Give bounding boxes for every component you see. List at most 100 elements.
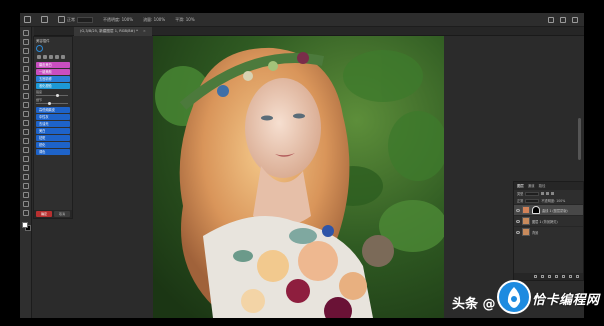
tab-paths[interactable]: 路径: [539, 182, 546, 190]
plugin-button-features[interactable]: 五官精修: [36, 76, 70, 82]
document-tab[interactable]: (G,3/8/25, 新建图层 1, RGB/8#) * ×: [74, 27, 152, 36]
shape-tool-icon[interactable]: [22, 183, 29, 189]
plugin-toolbar: [34, 53, 72, 61]
mask-icon[interactable]: [548, 275, 551, 278]
layer-mask-thumbnail[interactable]: [532, 206, 540, 214]
marquee-tool-icon[interactable]: [22, 39, 29, 45]
document-canvas[interactable]: [153, 36, 444, 318]
filter-dropdown[interactable]: [525, 191, 540, 196]
undo-icon[interactable]: [37, 55, 41, 59]
brush-tool-icon[interactable]: [22, 93, 29, 99]
strength-slider-track[interactable]: [36, 95, 68, 96]
tab-layers[interactable]: 图层: [517, 182, 524, 190]
search-icon[interactable]: [548, 16, 554, 23]
new-layer-icon[interactable]: [569, 275, 572, 278]
history-brush-tool-icon[interactable]: [22, 111, 29, 117]
plugin-list-item[interactable]: 调色: [36, 149, 70, 155]
brush-preset-icon[interactable]: [58, 16, 65, 23]
smoothing-label[interactable]: 平滑: 10%: [175, 17, 195, 23]
layer-thumbnail: [522, 217, 530, 225]
dodge-tool-icon[interactable]: [22, 147, 29, 153]
mode-label[interactable]: 正常: [67, 17, 75, 23]
foreground-color-swatch[interactable]: [22, 222, 28, 228]
filter-label[interactable]: 类型: [517, 191, 523, 196]
layer-row[interactable]: 曲线 1 (图层蒙版): [514, 204, 583, 215]
plugin-footer: 确定 取消: [34, 210, 72, 218]
plugin-list-item[interactable]: 锐化: [36, 142, 70, 148]
lasso-tool-icon[interactable]: [22, 48, 29, 54]
help-icon[interactable]: [61, 55, 65, 59]
redo-icon[interactable]: [43, 55, 47, 59]
eraser-tool-icon[interactable]: [22, 120, 29, 126]
retouch-plugin-panel: 美容插件 磨皮美白 一键美颜 五官精修 液化瘦脸 强度 细节 高低频磨皮 中性灰…: [33, 36, 73, 219]
adjustment-icon[interactable]: [555, 275, 558, 278]
watermark-brand: 恰卡编程网: [532, 293, 600, 308]
workspace-icon[interactable]: [560, 16, 566, 23]
plugin-button-beautify[interactable]: 一键美颜: [36, 69, 70, 75]
link-icon[interactable]: [534, 275, 537, 278]
path-select-tool-icon[interactable]: [22, 174, 29, 180]
visibility-eye-icon[interactable]: [516, 219, 520, 223]
options-bar: 正常 不透明度: 100% 流量: 100% 平滑: 10%: [20, 13, 584, 27]
visibility-eye-icon[interactable]: [516, 208, 520, 212]
detail-slider[interactable]: 细节: [36, 98, 70, 105]
trash-icon[interactable]: [576, 275, 579, 278]
layer-name: 曲线 1 (图层蒙版): [542, 208, 568, 213]
layer-opacity[interactable]: 不透明度: 100%: [541, 198, 565, 203]
hand-tool-icon[interactable]: [22, 192, 29, 198]
quick-select-tool-icon[interactable]: [22, 57, 29, 63]
plugin-button-smooth[interactable]: 磨皮美白: [36, 62, 70, 68]
folder-icon[interactable]: [562, 275, 565, 278]
strength-slider[interactable]: 强度: [36, 90, 70, 97]
layer-name: 图层 1 (背景拷贝): [532, 219, 558, 224]
stamp-tool-icon[interactable]: [22, 102, 29, 108]
blend-mode-dropdown[interactable]: [525, 198, 540, 203]
settings-icon[interactable]: [55, 55, 59, 59]
share-icon[interactable]: [572, 16, 578, 23]
brand-logo-icon: [497, 280, 531, 314]
move-tool-icon[interactable]: [22, 30, 29, 36]
detail-slider-track[interactable]: [36, 103, 68, 104]
plugin-list-item[interactable]: 去油光: [36, 121, 70, 127]
pen-tool-icon[interactable]: [22, 156, 29, 162]
brush-tool-icon[interactable]: [41, 16, 48, 23]
eye-icon[interactable]: [49, 55, 53, 59]
filter-type-icon[interactable]: [551, 192, 555, 195]
healing-tool-icon[interactable]: [22, 84, 29, 90]
visibility-eye-icon[interactable]: [516, 230, 520, 234]
photoshop-window: 正常 不透明度: 100% 流量: 100% 平滑: 10% (G,3/8/25…: [20, 13, 584, 318]
detail-slider-knob[interactable]: [47, 102, 51, 105]
filter-pixel-icon[interactable]: [541, 192, 545, 195]
zoom-tool-icon[interactable]: [22, 201, 29, 207]
opacity-label[interactable]: 不透明度: 100%: [103, 17, 133, 23]
layer-name: 背景: [532, 230, 539, 235]
filter-adjust-icon[interactable]: [546, 192, 550, 195]
blend-mode-select[interactable]: 正常: [517, 198, 523, 203]
layer-row[interactable]: 背景: [514, 226, 583, 237]
document-tab-bar: (G,3/8/25, 新建图层 1, RGB/8#) * ×: [34, 27, 584, 36]
plugin-list-item[interactable]: 高低频磨皮: [36, 107, 70, 113]
gradient-tool-icon[interactable]: [22, 129, 29, 135]
strength-slider-knob[interactable]: [56, 94, 60, 97]
face: [245, 78, 321, 178]
more-tools-icon[interactable]: [22, 210, 29, 216]
plugin-list-item[interactable]: 中性灰: [36, 114, 70, 120]
fx-icon[interactable]: [541, 275, 544, 278]
mode-dropdown[interactable]: [77, 16, 93, 23]
blur-tool-icon[interactable]: [22, 138, 29, 144]
plugin-cancel-button[interactable]: 取消: [54, 211, 70, 217]
plugin-ok-button[interactable]: 确定: [36, 211, 52, 217]
plugin-list-item[interactable]: 美白: [36, 128, 70, 134]
tab-channels[interactable]: 通道: [528, 182, 535, 190]
plugin-list-item[interactable]: 祛斑: [36, 135, 70, 141]
home-icon[interactable]: [24, 16, 31, 23]
type-tool-icon[interactable]: [22, 165, 29, 171]
layers-panel-tabs: 图层 通道 路径: [514, 182, 583, 190]
vertical-scrollbar[interactable]: [578, 118, 581, 160]
layer-row[interactable]: 图层 1 (背景拷贝): [514, 215, 583, 226]
eyedropper-tool-icon[interactable]: [22, 75, 29, 81]
plugin-button-liquify[interactable]: 液化瘦脸: [36, 83, 70, 89]
flow-label[interactable]: 流量: 100%: [143, 17, 165, 23]
close-icon[interactable]: ×: [143, 29, 146, 33]
crop-tool-icon[interactable]: [22, 66, 29, 72]
